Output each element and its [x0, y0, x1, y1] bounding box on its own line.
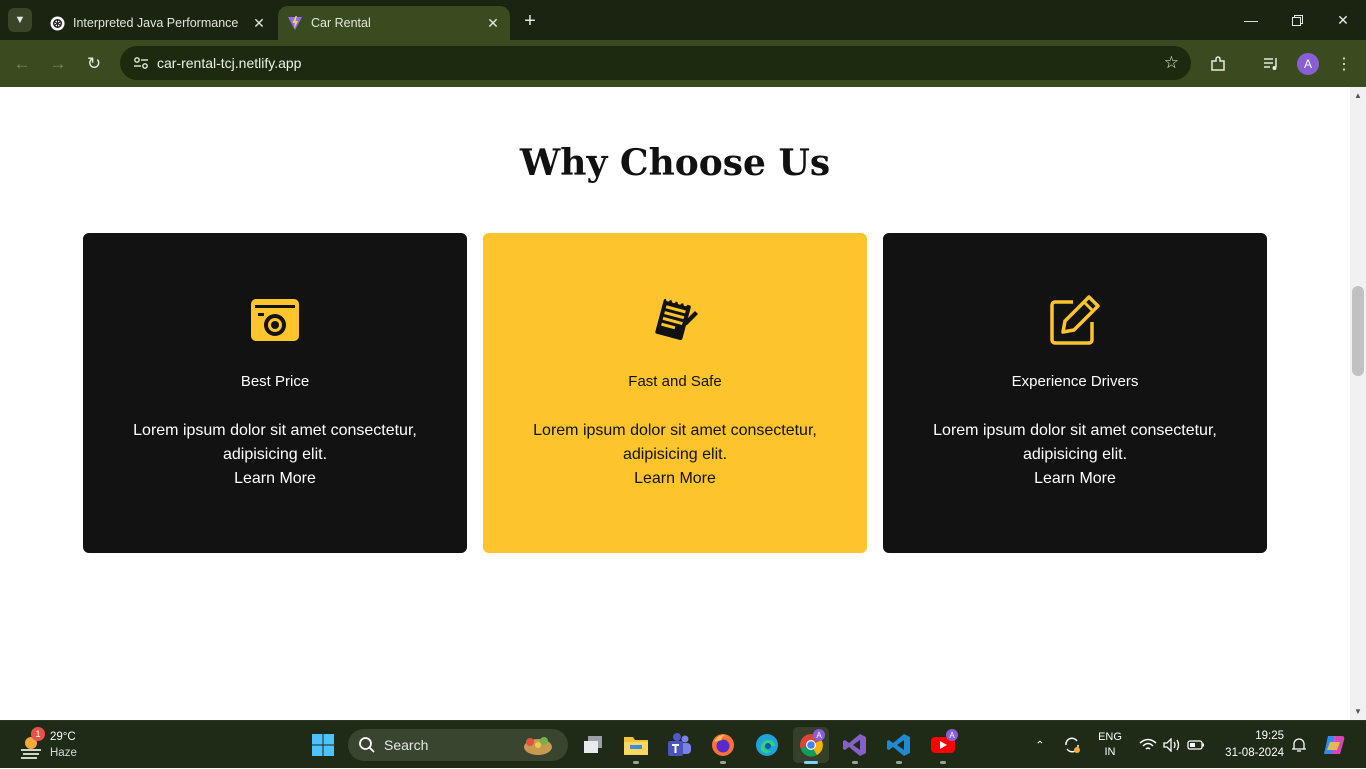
learn-more-link[interactable]: Learn More [483, 467, 867, 491]
volume-icon[interactable] [1161, 721, 1183, 769]
file-explorer-app[interactable] [618, 727, 654, 764]
tab-title: Interpreted Java Performance [73, 16, 239, 30]
scrollbar-thumb[interactable] [1352, 286, 1364, 376]
tab-interpreted-java[interactable]: Interpreted Java Performance ✕ [40, 6, 276, 40]
battery-icon[interactable] [1185, 721, 1207, 769]
scroll-up-arrow-icon[interactable]: ▲ [1354, 91, 1362, 100]
system-clock[interactable]: 19:25 31-08-2024 [1214, 728, 1284, 762]
minimize-button[interactable]: — [1228, 0, 1274, 40]
edge-icon [756, 734, 778, 756]
vscode-icon [887, 734, 910, 756]
card-description: Lorem ipsum dolor sit amet consectetur, … [133, 422, 417, 463]
chrome-profile-badge: A [813, 729, 825, 741]
vscode-app[interactable] [881, 727, 917, 764]
show-hidden-icons-chevron-icon[interactable]: ⌃ [1030, 721, 1050, 769]
card-title: Best Price [240, 373, 310, 390]
search-icon [359, 737, 375, 753]
address-bar[interactable]: car-rental-tcj.netlify.app ☆ [120, 46, 1191, 80]
teams-app[interactable] [661, 727, 697, 763]
forward-button[interactable]: → [44, 50, 72, 78]
taskbar-search[interactable]: Search [348, 729, 568, 761]
tab-bar: ▼ Interpreted Java Performance ✕ Car Ren… [0, 0, 1366, 40]
visual-studio-app[interactable] [837, 727, 873, 764]
camera-icon [83, 295, 467, 345]
clock-date: 31-08-2024 [1225, 747, 1284, 759]
learn-more-link[interactable]: Learn More [883, 467, 1267, 491]
openai-favicon-icon [49, 15, 65, 31]
url-text[interactable]: car-rental-tcj.netlify.app [157, 55, 301, 71]
vite-favicon-icon [287, 15, 303, 31]
weather-condition: Haze [50, 747, 77, 759]
close-window-button[interactable]: ✕ [1320, 0, 1366, 40]
windows-logo-icon [312, 734, 334, 756]
notification-badge: 1 [31, 727, 45, 741]
folder-icon [624, 737, 648, 755]
copilot-icon[interactable] [1320, 721, 1348, 769]
media-controls-icon[interactable] [1259, 52, 1283, 76]
language-code: ENG [1098, 731, 1122, 743]
search-highlight-icon [524, 737, 552, 755]
page-viewport: Why Choose Us Best Price Lorem ipsum dol… [0, 87, 1350, 720]
tab-car-rental[interactable]: Car Rental ✕ [278, 6, 510, 40]
site-settings-icon[interactable] [128, 51, 154, 75]
weather-temperature: 29°C [50, 731, 76, 743]
search-label: Search [384, 737, 429, 753]
chrome-app[interactable]: A [793, 727, 829, 764]
feature-card-best-price: Best Price Lorem ipsum dolor sit amet co… [83, 233, 467, 553]
visual-studio-icon [843, 734, 866, 756]
start-button[interactable] [305, 727, 341, 763]
scroll-down-arrow-icon[interactable]: ▼ [1354, 707, 1362, 716]
bookmark-star-icon[interactable]: ☆ [1164, 53, 1179, 73]
feature-card-experience-drivers: Experience Drivers Lorem ipsum dolor sit… [883, 233, 1267, 553]
taskbar: 1 29°C Haze Search A A ⌃ ENG IN 19:25 31… [0, 720, 1366, 768]
new-tab-button[interactable]: + [518, 9, 542, 33]
extensions-icon[interactable] [1206, 52, 1230, 76]
youtube-app[interactable]: A [925, 727, 961, 764]
restore-icon [1291, 14, 1303, 26]
firefox-icon [712, 734, 734, 756]
youtube-profile-badge: A [946, 729, 958, 741]
card-description: Lorem ipsum dolor sit amet consectetur, … [533, 422, 817, 463]
edit-square-icon [883, 295, 1267, 345]
weather-widget[interactable]: 1 29°C Haze [18, 727, 138, 763]
card-description: Lorem ipsum dolor sit amet consectetur, … [933, 422, 1217, 463]
browser-toolbar: ← → ↻ car-rental-tcj.netlify.app ☆ ⋮ [0, 40, 1366, 87]
sync-icon[interactable] [1060, 721, 1084, 769]
wifi-icon[interactable] [1137, 721, 1159, 769]
tab-search-button[interactable]: ▼ [8, 8, 32, 32]
task-view-button[interactable] [575, 727, 611, 763]
card-title: Fast and Safe [628, 373, 722, 390]
clock-time: 19:25 [1255, 730, 1284, 742]
page-scrollbar[interactable]: ▲ ▼ [1350, 87, 1366, 720]
card-title: Experience Drivers [1011, 373, 1139, 390]
browser-menu-icon[interactable]: ⋮ [1332, 52, 1356, 76]
tab-title: Car Rental [311, 16, 371, 30]
learn-more-link[interactable]: Learn More [83, 467, 467, 491]
edge-app[interactable] [749, 727, 785, 763]
input-language-indicator[interactable]: ENG IN [1095, 730, 1125, 760]
language-region: IN [1104, 746, 1116, 758]
back-button[interactable]: ← [8, 50, 36, 78]
reload-button[interactable]: ↻ [80, 50, 108, 78]
notification-bell-icon[interactable] [1288, 721, 1310, 769]
close-tab-icon[interactable]: ✕ [248, 12, 270, 34]
firefox-app[interactable] [705, 727, 741, 764]
feature-card-fast-and-safe: Fast and Safe Lorem ipsum dolor sit amet… [483, 233, 867, 553]
section-heading: Why Choose Us [519, 142, 831, 184]
task-view-icon [584, 736, 602, 753]
profile-avatar[interactable]: A [1297, 53, 1319, 75]
notepad-pencil-icon [483, 295, 867, 345]
teams-icon [668, 733, 691, 756]
close-tab-icon[interactable]: ✕ [482, 12, 504, 34]
restore-button[interactable] [1274, 0, 1320, 40]
